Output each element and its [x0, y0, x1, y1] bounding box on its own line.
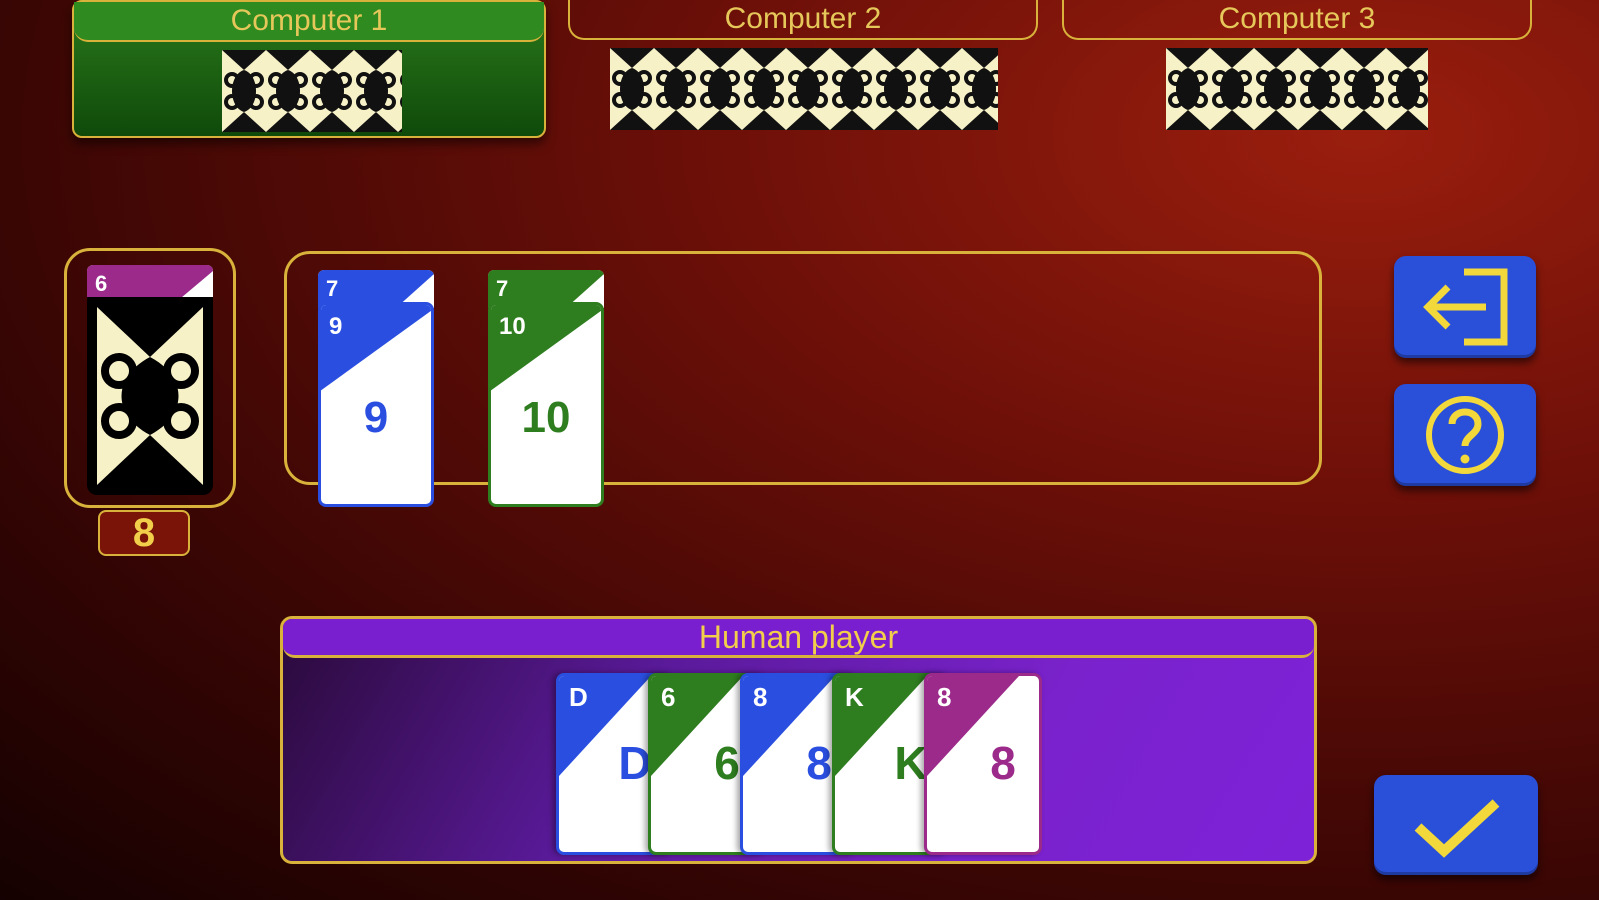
card-corner-rank: 10 — [499, 313, 526, 340]
card-center-rank: 10 — [521, 393, 571, 442]
opponent-name: Computer 3 — [1062, 0, 1532, 40]
human-player-header: Human player — [283, 619, 1314, 658]
opponent-computer-1: Computer 1 — [72, 0, 546, 138]
deck-count-badge: 8 — [98, 510, 190, 556]
opponent-hand-backs — [222, 50, 402, 132]
table-card: 9 9 — [318, 302, 434, 507]
hand-card[interactable]: 88 — [924, 673, 1042, 855]
card-center-rank: 8 — [990, 737, 1016, 789]
help-icon — [1426, 396, 1504, 474]
card-back-pattern-icon — [610, 48, 998, 130]
opponent-name: Computer 1 — [74, 2, 544, 42]
opponent-hand-backs — [610, 48, 998, 130]
card-corner-rank: D — [569, 682, 588, 712]
card-center-rank: 9 — [363, 393, 389, 442]
exit-icon — [1423, 268, 1508, 346]
card-corner-rank: K — [845, 682, 864, 712]
card-corner-rank: 9 — [329, 313, 343, 340]
pile-under-rank: 7 — [496, 276, 509, 301]
confirm-button[interactable] — [1374, 775, 1538, 875]
exit-button[interactable] — [1394, 256, 1536, 358]
human-player-name: Human player — [698, 619, 899, 655]
pile-under-rank: 7 — [326, 276, 339, 301]
opponent-computer-3: Computer 3 — [1062, 0, 1532, 138]
help-button[interactable] — [1394, 384, 1536, 486]
card-corner-rank: 8 — [753, 682, 768, 712]
deck-top-card-rank: 6 — [95, 271, 108, 296]
table-card: 10 10 — [488, 302, 604, 507]
opponent-computer-2: Computer 2 — [568, 0, 1038, 138]
deck-back — [87, 297, 213, 495]
card-corner-rank: 6 — [661, 682, 676, 712]
card-back-pattern-icon — [1166, 48, 1428, 130]
play-area — [284, 251, 1322, 485]
card-back-pattern-icon — [97, 307, 203, 485]
draw-deck[interactable]: 6 — [64, 248, 236, 508]
deck-count: 8 — [132, 511, 156, 555]
opponent-hand-backs — [1166, 48, 1428, 130]
card-corner-rank: 8 — [937, 682, 952, 712]
checkmark-icon — [1414, 799, 1500, 858]
opponent-name: Computer 2 — [568, 0, 1038, 40]
card-back-pattern-icon — [222, 50, 402, 132]
